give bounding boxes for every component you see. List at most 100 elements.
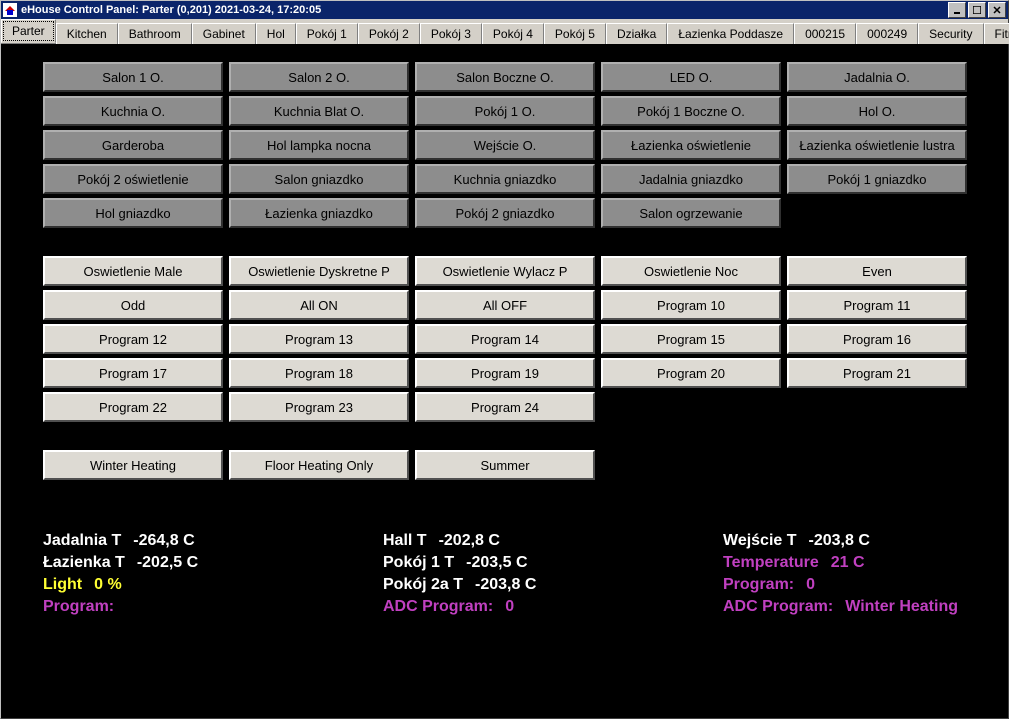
button-azienka-o-wietlenie[interactable]: Łazienka oświetlenie bbox=[601, 130, 781, 160]
button-program-13[interactable]: Program 13 bbox=[229, 324, 409, 354]
tab-fitnes[interactable]: Fitnes bbox=[984, 23, 1009, 44]
button-oswietlenie-male[interactable]: Oswietlenie Male bbox=[43, 256, 223, 286]
status-value: 21 C bbox=[831, 554, 865, 572]
status-label: Temperature bbox=[723, 554, 819, 572]
status-value: Winter Heating bbox=[845, 598, 958, 616]
button-pok-j-2-o-wietlenie[interactable]: Pokój 2 oświetlenie bbox=[43, 164, 223, 194]
button-odd[interactable]: Odd bbox=[43, 290, 223, 320]
tab--azienka-poddasze[interactable]: Łazienka Poddasze bbox=[667, 23, 794, 44]
button-program-20[interactable]: Program 20 bbox=[601, 358, 781, 388]
tab-bathroom[interactable]: Bathroom bbox=[118, 23, 192, 44]
program-button-grid: Oswietlenie MaleOswietlenie Dyskretne PO… bbox=[1, 256, 1008, 422]
button-even[interactable]: Even bbox=[787, 256, 967, 286]
button-jadalnia-o[interactable]: Jadalnia O. bbox=[787, 62, 967, 92]
status-label: Wejście T bbox=[723, 532, 797, 550]
tab-strip: ParterKitchenBathroomGabinetHolPokój 1Po… bbox=[1, 19, 1008, 44]
button-azienka-o-wietlenie-lustra[interactable]: Łazienka oświetlenie lustra bbox=[787, 130, 967, 160]
status-row: Light0 % bbox=[43, 576, 383, 594]
button-program-11[interactable]: Program 11 bbox=[787, 290, 967, 320]
maximize-button[interactable] bbox=[968, 2, 986, 18]
button-program-21[interactable]: Program 21 bbox=[787, 358, 967, 388]
button-program-15[interactable]: Program 15 bbox=[601, 324, 781, 354]
tab-parter[interactable]: Parter bbox=[1, 19, 56, 43]
button-salon-2-o[interactable]: Salon 2 O. bbox=[229, 62, 409, 92]
button-pok-j-1-boczne-o[interactable]: Pokój 1 Boczne O. bbox=[601, 96, 781, 126]
button-pok-j-1-o[interactable]: Pokój 1 O. bbox=[415, 96, 595, 126]
button-salon-boczne-o[interactable]: Salon Boczne O. bbox=[415, 62, 595, 92]
status-row: Program:0 bbox=[723, 576, 1008, 594]
button-azienka-gniazdko[interactable]: Łazienka gniazdko bbox=[229, 198, 409, 228]
tab-gabinet[interactable]: Gabinet bbox=[192, 23, 256, 44]
button-program-23[interactable]: Program 23 bbox=[229, 392, 409, 422]
button-hol-o[interactable]: Hol O. bbox=[787, 96, 967, 126]
titlebar: eHouse Control Panel: Parter (0,201) 202… bbox=[1, 1, 1008, 19]
tab-000215[interactable]: 000215 bbox=[794, 23, 856, 44]
button-program-22[interactable]: Program 22 bbox=[43, 392, 223, 422]
tab-content: Salon 1 O.Salon 2 O.Salon Boczne O.LED O… bbox=[1, 44, 1008, 616]
button-winter-heating[interactable]: Winter Heating bbox=[43, 450, 223, 480]
button-floor-heating-only[interactable]: Floor Heating Only bbox=[229, 450, 409, 480]
button-hol-lampka-nocna[interactable]: Hol lampka nocna bbox=[229, 130, 409, 160]
status-label: Program: bbox=[723, 576, 794, 594]
tab-000249[interactable]: 000249 bbox=[856, 23, 918, 44]
status-row: Jadalnia T -264,8 C bbox=[43, 532, 383, 550]
status-label: Pokój 1 T bbox=[383, 554, 454, 572]
tab-pok-j-2[interactable]: Pokój 2 bbox=[358, 23, 420, 44]
status-row: Temperature 21 C bbox=[723, 554, 1008, 572]
tab-dzia-ka[interactable]: Działka bbox=[606, 23, 667, 44]
button-pok-j-2-gniazdko[interactable]: Pokój 2 gniazdko bbox=[415, 198, 595, 228]
button-jadalnia-gniazdko[interactable]: Jadalnia gniazdko bbox=[601, 164, 781, 194]
button-program-17[interactable]: Program 17 bbox=[43, 358, 223, 388]
button-garderoba[interactable]: Garderoba bbox=[43, 130, 223, 160]
button-program-12[interactable]: Program 12 bbox=[43, 324, 223, 354]
tab-security[interactable]: Security bbox=[918, 23, 983, 44]
minimize-button[interactable] bbox=[948, 2, 966, 18]
button-all-on[interactable]: All ON bbox=[229, 290, 409, 320]
button-wej-cie-o[interactable]: Wejście O. bbox=[415, 130, 595, 160]
button-program-18[interactable]: Program 18 bbox=[229, 358, 409, 388]
button-program-16[interactable]: Program 16 bbox=[787, 324, 967, 354]
button-program-14[interactable]: Program 14 bbox=[415, 324, 595, 354]
status-label: Jadalnia T bbox=[43, 532, 121, 550]
button-pok-j-1-gniazdko[interactable]: Pokój 1 gniazdko bbox=[787, 164, 967, 194]
tab-kitchen[interactable]: Kitchen bbox=[56, 23, 118, 44]
tab-pok-j-5[interactable]: Pokój 5 bbox=[544, 23, 606, 44]
tab-pok-j-4[interactable]: Pokój 4 bbox=[482, 23, 544, 44]
button-salon-1-o[interactable]: Salon 1 O. bbox=[43, 62, 223, 92]
button-kuchnia-blat-o[interactable]: Kuchnia Blat O. bbox=[229, 96, 409, 126]
status-value: -202,8 C bbox=[439, 532, 500, 550]
status-value: -264,8 C bbox=[133, 532, 194, 550]
button-hol-gniazdko[interactable]: Hol gniazdko bbox=[43, 198, 223, 228]
button-kuchnia-gniazdko[interactable]: Kuchnia gniazdko bbox=[415, 164, 595, 194]
status-label: Program: bbox=[43, 598, 114, 616]
button-salon-gniazdko[interactable]: Salon gniazdko bbox=[229, 164, 409, 194]
status-value: -203,5 C bbox=[466, 554, 527, 572]
close-button[interactable] bbox=[988, 2, 1006, 18]
button-salon-ogrzewanie[interactable]: Salon ogrzewanie bbox=[601, 198, 781, 228]
button-program-24[interactable]: Program 24 bbox=[415, 392, 595, 422]
status-value: 0 % bbox=[94, 576, 122, 594]
status-row: ADC Program:0 bbox=[383, 598, 723, 616]
tab-pok-j-3[interactable]: Pokój 3 bbox=[420, 23, 482, 44]
status-value: -203,8 C bbox=[809, 532, 870, 550]
status-label: ADC Program: bbox=[723, 598, 833, 616]
tab-hol[interactable]: Hol bbox=[256, 23, 296, 44]
button-program-10[interactable]: Program 10 bbox=[601, 290, 781, 320]
button-oswietlenie-dyskretne-p[interactable]: Oswietlenie Dyskretne P bbox=[229, 256, 409, 286]
button-led-o[interactable]: LED O. bbox=[601, 62, 781, 92]
button-program-19[interactable]: Program 19 bbox=[415, 358, 595, 388]
status-label: Łazienka T bbox=[43, 554, 125, 572]
button-summer[interactable]: Summer bbox=[415, 450, 595, 480]
status-row: Wejście T -203,8 C bbox=[723, 532, 1008, 550]
status-col-2: Hall T-202,8 CPokój 1 T-203,5 CPokój 2a … bbox=[383, 532, 723, 616]
tab-pok-j-1[interactable]: Pokój 1 bbox=[296, 23, 358, 44]
status-row: Pokój 1 T -203,5 C bbox=[383, 554, 723, 572]
status-label: Hall T bbox=[383, 532, 427, 550]
button-oswietlenie-noc[interactable]: Oswietlenie Noc bbox=[601, 256, 781, 286]
status-row: ADC Program: Winter Heating bbox=[723, 598, 1008, 616]
button-kuchnia-o[interactable]: Kuchnia O. bbox=[43, 96, 223, 126]
status-value: -203,8 C bbox=[475, 576, 536, 594]
output-button-grid: Salon 1 O.Salon 2 O.Salon Boczne O.LED O… bbox=[1, 62, 1008, 228]
button-oswietlenie-wylacz-p[interactable]: Oswietlenie Wylacz P bbox=[415, 256, 595, 286]
button-all-off[interactable]: All OFF bbox=[415, 290, 595, 320]
